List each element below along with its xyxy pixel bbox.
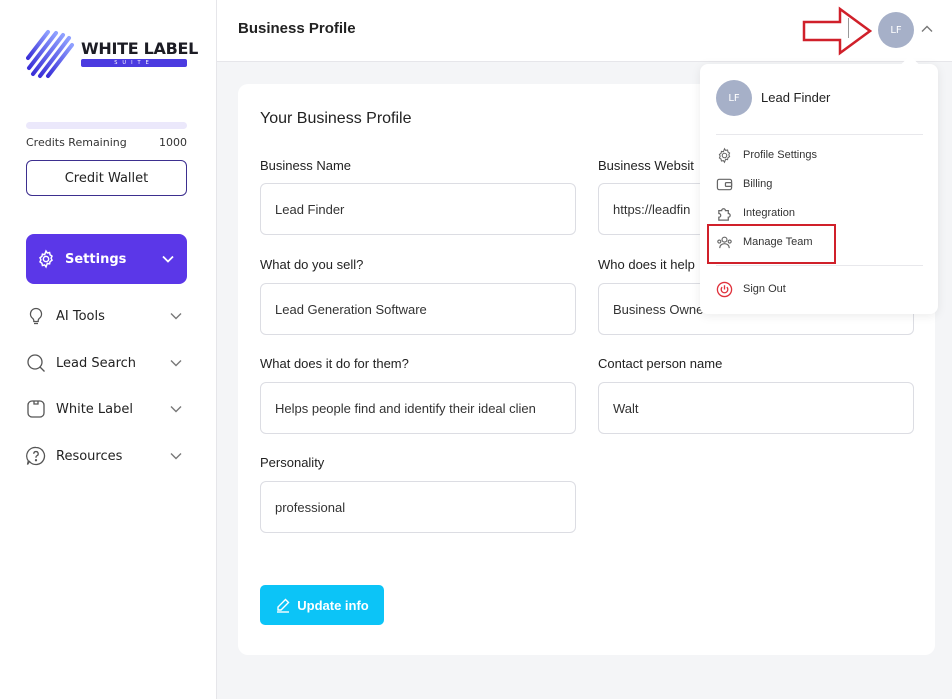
chevron-down-icon [170, 453, 182, 460]
menu-item-label: Billing [743, 178, 773, 190]
sidebar-item-settings-label: Settings [65, 251, 127, 267]
sidebar-item-label: AI Tools [56, 308, 105, 324]
user-dropdown-menu: LF Lead Finder Profile Settings Billing … [700, 55, 938, 314]
power-icon [716, 281, 733, 297]
sidebar-item-label: White Label [56, 401, 134, 417]
dropdown-divider [716, 265, 923, 266]
what-does-input[interactable] [260, 382, 576, 434]
search-icon [27, 354, 45, 372]
lightbulb-icon [29, 307, 43, 325]
business-name-label: Business Name [260, 158, 352, 173]
sidebar-item-white-label[interactable]: White Label [26, 396, 187, 422]
logo[interactable]: WHITE LABEL SUITE [26, 28, 198, 80]
credits-row: Credits Remaining 1000 [26, 136, 187, 149]
menu-item-label: Profile Settings [743, 149, 817, 161]
chevron-down-icon [162, 255, 174, 263]
menu-item-label: Sign Out [743, 283, 786, 295]
logo-subtext: SUITE [81, 59, 187, 67]
annotation-highlight-box [707, 224, 836, 264]
puzzle-icon [718, 207, 731, 221]
what-does-label: What does it do for them? [260, 356, 409, 371]
menu-item-sign-out[interactable]: Sign Out [716, 279, 916, 299]
chevron-down-icon [170, 406, 182, 413]
chevron-up-icon[interactable] [920, 22, 934, 36]
gear-icon [39, 249, 53, 269]
logo-text: WHITE LABEL [81, 39, 199, 58]
sidebar-item-ai-tools[interactable]: AI Tools [26, 303, 187, 329]
what-sell-label: What do you sell? [260, 257, 364, 272]
chevron-down-icon [170, 313, 182, 320]
menu-item-profile-settings[interactable]: Profile Settings [716, 145, 916, 165]
credits-label: Credits Remaining [26, 136, 127, 149]
logo-mark-icon [26, 30, 74, 78]
sidebar-item-label: Lead Search [56, 355, 137, 371]
personality-input[interactable] [260, 481, 576, 533]
sidebar-item-lead-search[interactable]: Lead Search [26, 350, 187, 376]
gear-icon [718, 147, 731, 163]
tag-icon [27, 400, 45, 418]
top-header: Business Profile LF [217, 0, 952, 62]
credits-progress-bar [26, 122, 187, 129]
sidebar-item-settings[interactable]: Settings [26, 234, 187, 284]
menu-item-billing[interactable]: Billing [716, 174, 916, 194]
help-circle-icon [26, 446, 46, 466]
credit-wallet-button[interactable]: Credit Wallet [26, 160, 187, 196]
card-title: Your Business Profile [260, 110, 412, 127]
dropdown-user-name: Lead Finder [761, 90, 831, 105]
chevron-down-icon [170, 360, 182, 367]
credits-value: 1000 [159, 136, 187, 149]
contact-person-input[interactable] [598, 382, 914, 434]
user-avatar[interactable]: LF [878, 12, 914, 48]
sidebar-item-resources[interactable]: Resources [26, 443, 187, 469]
wallet-icon [716, 178, 733, 190]
page-title: Business Profile [238, 20, 356, 37]
dropdown-avatar: LF [716, 80, 752, 116]
dropdown-divider [716, 134, 923, 135]
menu-item-label: Integration [743, 207, 795, 219]
pencil-icon [277, 598, 290, 613]
personality-label: Personality [260, 455, 325, 470]
update-info-button[interactable]: Update info [260, 585, 384, 625]
contact-person-label: Contact person name [598, 356, 723, 371]
who-helps-label: Who does it help [598, 257, 695, 272]
business-website-label: Business Websit [598, 158, 694, 173]
business-name-input[interactable] [260, 183, 576, 235]
header-divider [848, 18, 849, 38]
sidebar-item-label: Resources [56, 448, 123, 464]
what-sell-input[interactable] [260, 283, 576, 335]
sidebar: WHITE LABEL SUITE Credits Remaining 1000… [0, 0, 217, 699]
update-info-label: Update info [297, 597, 369, 613]
menu-item-integration[interactable]: Integration [716, 203, 916, 223]
annotation-arrow-icon [802, 6, 872, 56]
